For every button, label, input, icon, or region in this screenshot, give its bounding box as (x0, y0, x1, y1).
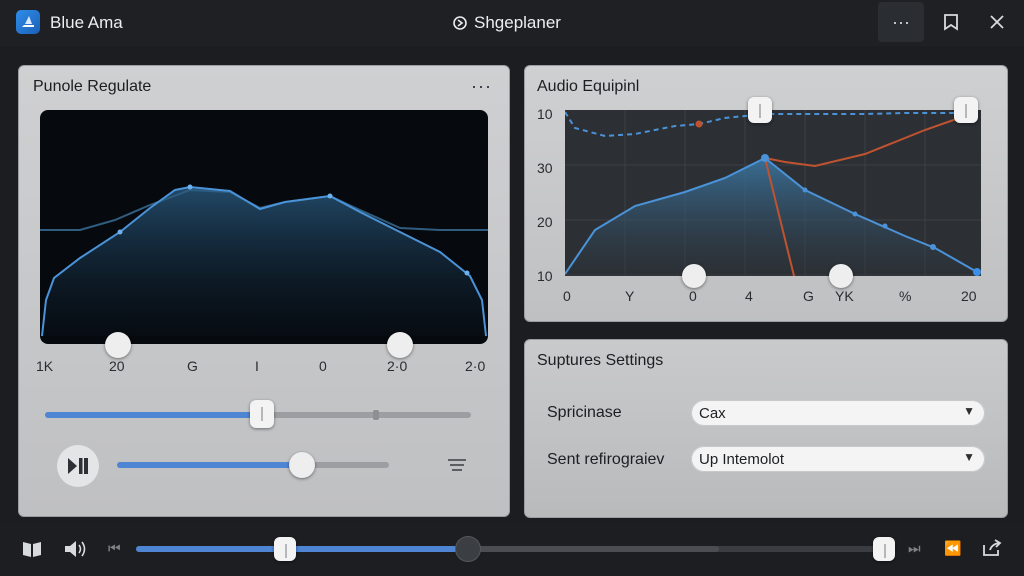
x-tick: 2·0 (387, 358, 408, 374)
graph-handle-left[interactable] (105, 332, 131, 358)
x-tick: % (899, 288, 912, 304)
regulate-graph (40, 110, 488, 344)
x-tick: 2·0 (465, 358, 486, 374)
audio-top-handle-left[interactable] (748, 97, 772, 123)
more-options-button[interactable]: ··· (878, 2, 924, 42)
seek-fill (136, 546, 458, 552)
panel-menu-button[interactable]: ··· (471, 76, 492, 97)
close-icon (990, 15, 1004, 29)
audio-bottom-handle-left[interactable] (682, 264, 706, 288)
x-tick: 20 (961, 288, 977, 304)
x-tick: G (187, 358, 198, 374)
y-tick: 20 (537, 214, 553, 230)
audio-curves (565, 110, 981, 276)
setting-label: Spricinase (547, 404, 622, 421)
y-tick: 10 (537, 268, 553, 284)
skip-back-icon[interactable]: ⏮ (108, 540, 121, 557)
play-pause-icon (68, 458, 88, 474)
x-tick: 4 (745, 288, 753, 304)
settings-panel: Suptures Settings Spricinase Cax ▼ Sent … (524, 339, 1008, 518)
regulate-panel: Punole Regulate ··· 1K 20 G I 0 2·0 2·0 (18, 65, 510, 517)
maximize-button[interactable] (928, 2, 974, 42)
volume-slider-fill (117, 462, 302, 468)
x-tick: G (803, 288, 814, 304)
volume-button[interactable] (64, 540, 88, 563)
app-badge-icon (453, 16, 467, 30)
share-button[interactable] (982, 539, 1002, 562)
app-logo-icon (16, 10, 40, 34)
y-tick: 10 (537, 106, 553, 122)
title-bar: Blue Ama Shgeplaner ··· (0, 0, 1024, 46)
audio-panel: Audio Equipinl 10 30 20 10 0 Y 0 4 G YK … (524, 65, 1008, 322)
x-tick: 0 (563, 288, 571, 304)
speaker-icon (65, 541, 86, 557)
regulate-curve (40, 184, 488, 337)
bookmark-icon (944, 14, 958, 31)
setting-label: Sent refirograiev (547, 451, 665, 468)
skip-forward-icon[interactable]: ⏭ (908, 540, 921, 557)
seek-bar[interactable] (136, 546, 884, 552)
dropdown-value: Up Intemolot (699, 451, 785, 468)
audio-bottom-handle-right[interactable] (829, 264, 853, 288)
x-tick: 20 (109, 358, 125, 374)
settings-panel-title: Suptures Settings (537, 352, 664, 369)
volume-slider[interactable] (117, 462, 389, 468)
volume-slider-thumb[interactable] (288, 452, 315, 478)
x-tick: YK (835, 288, 854, 304)
window-title-text: Shgeplaner (474, 13, 561, 32)
book-icon (23, 542, 41, 557)
graph-handle-right[interactable] (387, 332, 413, 358)
library-button[interactable] (22, 540, 42, 563)
seek-playhead[interactable] (456, 537, 480, 561)
close-button[interactable] (974, 2, 1020, 42)
equalizer-menu-button[interactable] (447, 458, 467, 477)
share-icon (983, 539, 1002, 556)
dropdown-value: Cax (699, 405, 726, 422)
slider-marker (373, 410, 379, 420)
regulate-slider-fill (45, 412, 263, 418)
setting-dropdown-1[interactable]: Cax ▼ (691, 400, 985, 426)
list-icon (448, 459, 466, 471)
app-title: Blue Ama (50, 13, 123, 32)
audio-graph (565, 110, 981, 276)
x-tick: Y (625, 288, 635, 304)
setting-dropdown-2[interactable]: Up Intemolot ▼ (691, 446, 985, 472)
seek-end-handle[interactable] (873, 537, 895, 561)
rewind-icon[interactable]: ⏪ (944, 540, 961, 557)
x-tick: 0 (319, 358, 327, 374)
chevron-down-icon: ▼ (963, 450, 975, 464)
regulate-panel-title: Punole Regulate (33, 78, 152, 95)
x-tick: 1K (36, 358, 54, 374)
x-tick: 0 (689, 288, 697, 304)
y-tick: 30 (537, 160, 553, 176)
regulate-slider-thumb[interactable] (250, 400, 275, 428)
audio-top-handle-right[interactable] (954, 97, 978, 123)
more-options-icon: ··· (892, 11, 910, 32)
seek-start-handle[interactable] (274, 537, 296, 561)
chevron-down-icon: ▼ (963, 404, 975, 418)
x-tick: I (255, 358, 259, 374)
window-title: Shgeplaner (452, 13, 561, 33)
play-pause-button[interactable] (57, 445, 99, 487)
audio-panel-title: Audio Equipinl (537, 78, 640, 95)
